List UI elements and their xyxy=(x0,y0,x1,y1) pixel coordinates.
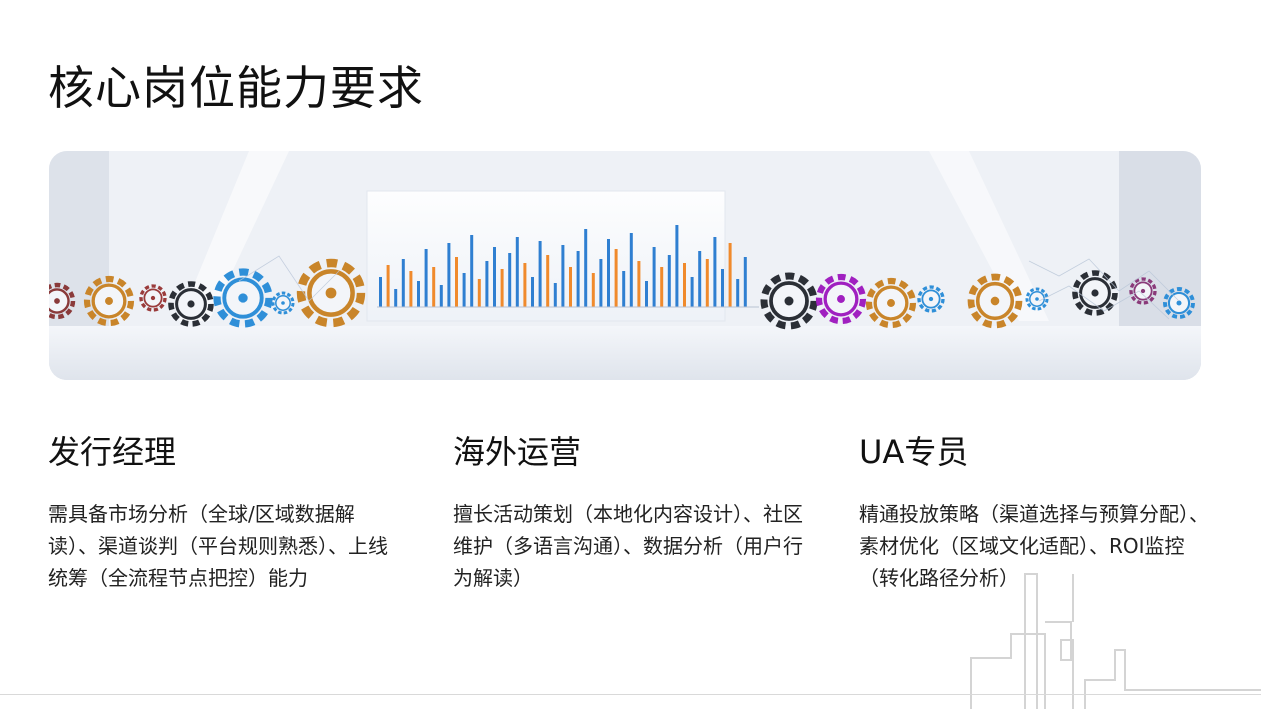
decorative-bar xyxy=(447,243,451,307)
decorative-bar xyxy=(546,255,550,307)
decorative-bar xyxy=(538,241,542,307)
role-title: 海外运营 xyxy=(453,433,582,471)
decorative-bar xyxy=(705,259,709,307)
role-card-overseas-operations: 海外运营 擅长活动策划（本地化内容设计）、社区维护（多语言沟通）、数据分析（用户… xyxy=(453,428,803,594)
decorative-bar xyxy=(379,277,382,307)
decorative-bar xyxy=(591,273,595,307)
header-banner-image xyxy=(49,151,1201,380)
decorative-bar xyxy=(493,247,496,307)
decorative-bar xyxy=(523,263,527,307)
decorative-bar xyxy=(470,235,474,307)
decorative-bar xyxy=(508,253,512,307)
decorative-bar xyxy=(553,283,557,307)
decorative-bar xyxy=(409,271,413,307)
decorative-bar xyxy=(584,229,588,307)
decorative-bar xyxy=(607,239,610,307)
decorative-bar xyxy=(477,279,481,307)
decorative-bar xyxy=(432,267,436,307)
decorative-bar xyxy=(485,261,489,307)
footer-divider xyxy=(0,694,1261,695)
decorative-bar xyxy=(515,237,519,307)
decorative-bar xyxy=(576,251,580,307)
role-description: 需具备市场分析（全球/区域数据解读）、渠道谈判（平台规则熟悉）、上线统筹（全流程… xyxy=(48,502,388,590)
decorative-bar xyxy=(500,269,504,307)
decorative-bar xyxy=(736,279,740,307)
decorative-bar xyxy=(690,277,694,307)
decorative-bar xyxy=(561,245,565,307)
decorative-bar xyxy=(462,273,466,307)
page-title: 核心岗位能力要求 xyxy=(48,61,424,115)
decorative-bar xyxy=(439,285,443,307)
decorative-bar xyxy=(417,281,420,307)
decorative-bar xyxy=(622,271,626,307)
city-skyline-decoration xyxy=(970,573,1261,709)
decorative-bar xyxy=(401,259,405,307)
decorative-bar xyxy=(652,247,656,307)
decorative-bar xyxy=(698,251,702,307)
decorative-bar xyxy=(713,237,717,307)
decorative-bar xyxy=(637,261,641,307)
decorative-bar xyxy=(424,249,428,307)
role-title: UA专员 xyxy=(859,433,969,471)
decorative-bar xyxy=(743,257,747,307)
decorative-bar xyxy=(660,267,664,307)
chart-screen xyxy=(366,190,759,322)
decorative-bar xyxy=(675,225,679,307)
decorative-bar xyxy=(728,243,732,307)
role-description: 擅长活动策划（本地化内容设计）、社区维护（多语言沟通）、数据分析（用户行为解读） xyxy=(453,502,803,590)
decorative-bar xyxy=(629,233,633,307)
decorative-bar xyxy=(645,281,648,307)
decorative-bar xyxy=(599,259,603,307)
decorative-bar xyxy=(455,257,458,307)
decorative-bar xyxy=(721,269,724,307)
decorative-bar xyxy=(683,263,686,307)
role-title: 发行经理 xyxy=(48,433,177,471)
gears-and-chart-illustration xyxy=(49,151,1201,380)
decorative-bar xyxy=(614,249,618,307)
decorative-bar xyxy=(569,267,572,307)
decorative-bar xyxy=(394,289,398,307)
decorative-bar xyxy=(531,277,534,307)
decorative-bar xyxy=(667,255,671,307)
role-card-publishing-manager: 发行经理 需具备市场分析（全球/区域数据解读）、渠道谈判（平台规则熟悉）、上线统… xyxy=(48,428,398,594)
decorative-bar xyxy=(386,265,390,307)
